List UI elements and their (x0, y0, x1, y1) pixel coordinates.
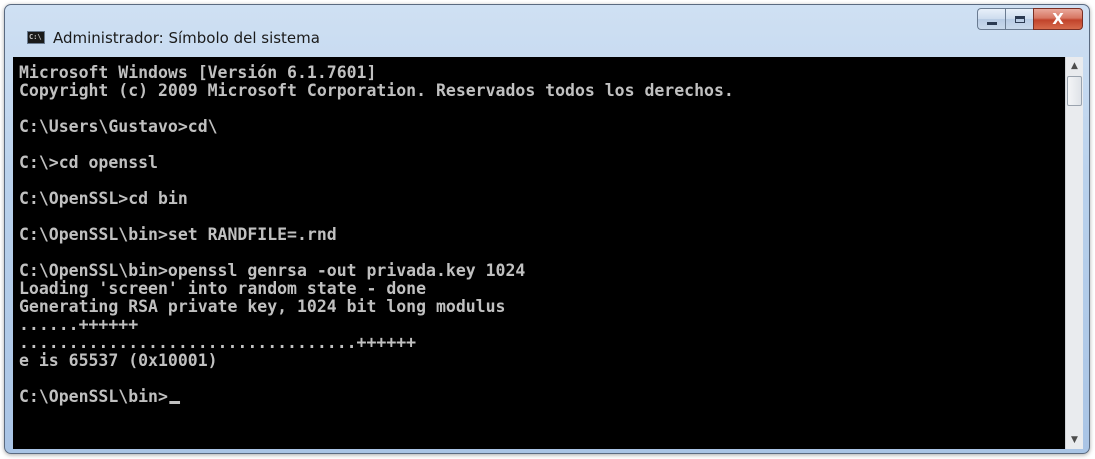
close-button[interactable]: X (1033, 8, 1083, 30)
console-line: Microsoft Windows [Versión 6.1.7601] (19, 63, 377, 83)
console-line: Generating RSA private key, 1024 bit lon… (19, 297, 506, 317)
cmd-icon[interactable]: C:\ (27, 31, 45, 44)
minimize-button[interactable] (977, 8, 1005, 30)
scroll-up-arrow-icon[interactable]: ▲ (1066, 57, 1083, 75)
console-line: ..................................++++++ (19, 333, 417, 353)
console-lines: Microsoft Windows [Versión 6.1.7601] Cop… (19, 64, 756, 406)
console-line: Loading 'screen' into random state - don… (19, 279, 427, 299)
console-line: C:\>cd openssl (19, 153, 158, 173)
vertical-scrollbar[interactable]: ▲ ▼ (1065, 57, 1083, 449)
minimize-icon (986, 21, 997, 25)
console-prompt-line: C:\OpenSSL\bin> (19, 388, 734, 406)
scroll-thumb[interactable] (1067, 76, 1082, 106)
maximize-button[interactable] (1005, 8, 1033, 30)
console-line: C:\OpenSSL\bin>set RANDFILE=.rnd (19, 225, 337, 245)
scroll-down-arrow-icon[interactable]: ▼ (1066, 431, 1083, 449)
maximize-icon (1014, 15, 1025, 23)
console-line: e is 65537 (0x10001) (19, 351, 218, 371)
close-icon: X (1052, 10, 1064, 28)
console-line: ......++++++ (19, 315, 139, 335)
text-cursor (168, 401, 180, 404)
console-line: C:\OpenSSL>cd bin (19, 189, 188, 209)
window-title: Administrador: Símbolo del sistema (53, 29, 320, 47)
console-output[interactable]: Microsoft Windows [Versión 6.1.7601] Cop… (13, 57, 1065, 449)
console-line: C:\OpenSSL\bin>openssl genrsa -out priva… (19, 261, 526, 281)
console-line: C:\Users\Gustavo>cd\ (19, 117, 218, 137)
cmd-window: C:\ Administrador: Símbolo del sistema X… (4, 4, 1090, 454)
title-bar[interactable]: C:\ Administrador: Símbolo del sistema X (5, 5, 1089, 49)
console-prompt: C:\OpenSSL\bin> (19, 387, 168, 407)
caption-buttons: X (977, 8, 1083, 30)
console-line: Copyright (c) 2009 Microsoft Corporation… (19, 81, 734, 101)
